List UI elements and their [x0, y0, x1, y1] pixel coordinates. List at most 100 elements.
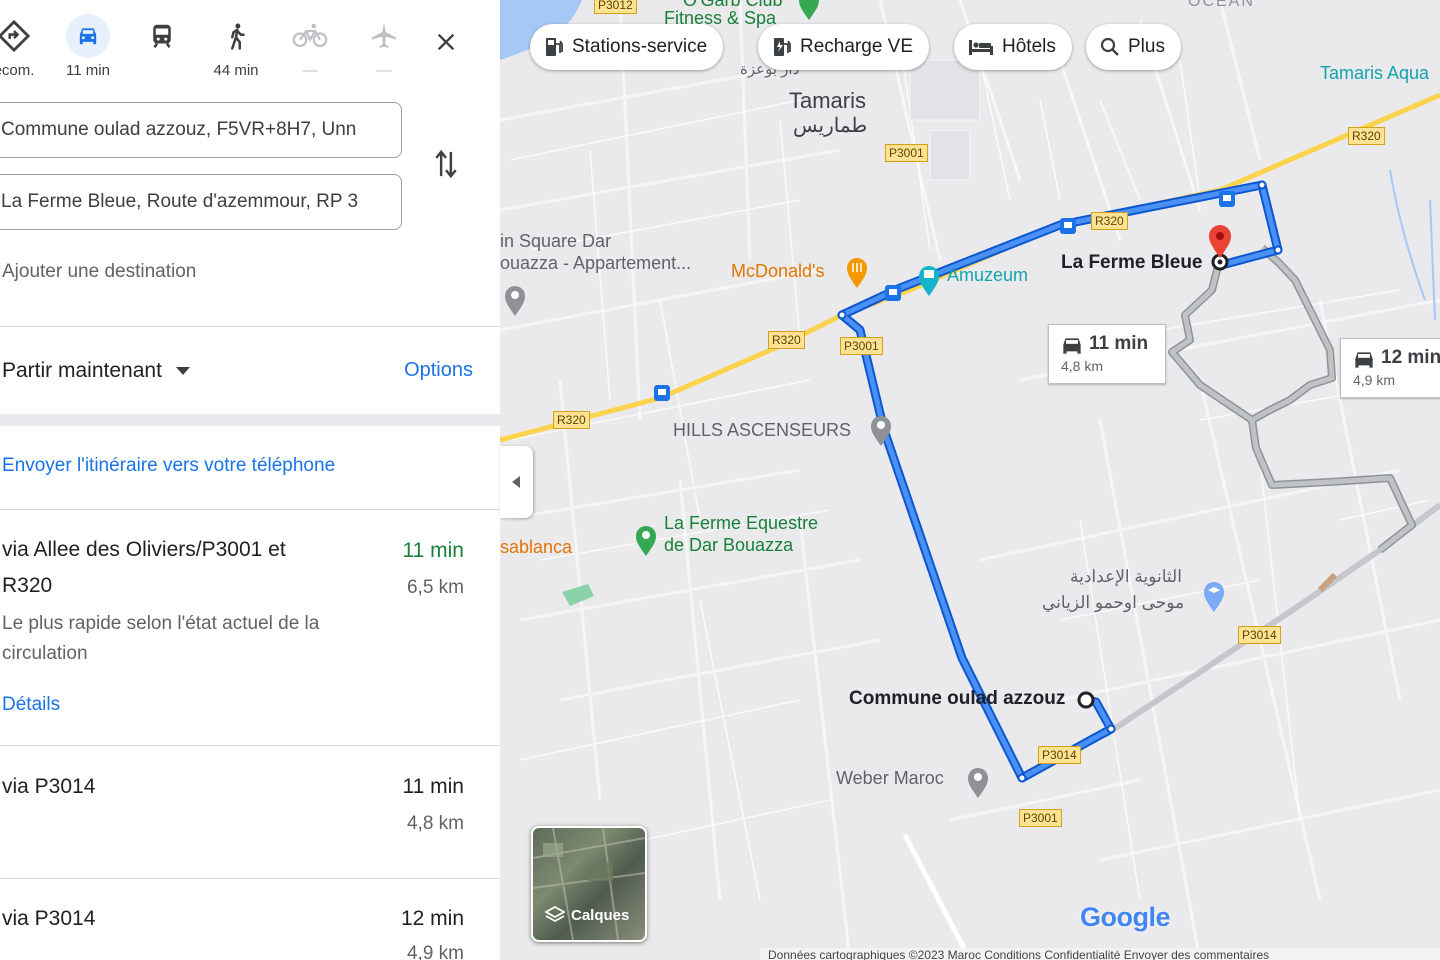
mode-transit[interactable] [132, 14, 192, 80]
map-footer[interactable]: Données cartographiques ©2023 Maroc Cond… [760, 948, 1440, 960]
route-info-box-2[interactable]: 12 min 4,9 km [1340, 338, 1440, 398]
map-label-hills: HILLS ASCENSEURS [673, 420, 852, 440]
chip-more[interactable]: Plus [1086, 24, 1181, 70]
route-distance: 4,9 km [406, 943, 464, 960]
road-shield: R320 [553, 411, 590, 429]
road-shield: P3012 [594, 0, 637, 14]
route-box-distance: 4,9 km [1353, 372, 1396, 388]
depart-label: Partir maintenant [2, 359, 162, 382]
route-box-time: 11 min [1089, 333, 1149, 354]
search-icon [1100, 37, 1119, 56]
map-label-ocean: OCEAN [1188, 0, 1255, 10]
section-divider [0, 414, 500, 426]
route-option-2[interactable]: via P3014 11 min 4,8 km [0, 746, 500, 878]
train-icon [153, 24, 171, 48]
mode-label: — [302, 62, 318, 79]
divider [0, 326, 500, 327]
mode-label [132, 62, 192, 80]
map-label-weber: Weber Maroc [836, 768, 944, 788]
route-time: 11 min [402, 539, 464, 562]
bike-icon [292, 23, 328, 48]
car-icon [79, 28, 97, 45]
layers-label: Calques [571, 907, 630, 924]
map-label-school-2: موحى اوحمو الزياني [1042, 593, 1185, 612]
mode-walk[interactable]: 44 min [206, 14, 266, 80]
road-shield: P3014 [1038, 746, 1081, 764]
swap-button[interactable] [428, 144, 464, 184]
add-destination[interactable]: Ajouter une destination [2, 261, 196, 283]
options-link[interactable]: Options [404, 359, 473, 382]
road-shield: R320 [1348, 127, 1385, 145]
origin-value: Commune oulad azzouz, F5VR+8H7, Unn [1, 119, 357, 140]
chip-gas-stations[interactable]: Stations-service [530, 24, 724, 70]
map-label-mcdonalds: McDonald's [731, 261, 825, 281]
mode-label: 11 min [66, 62, 110, 79]
map-label-equestre-2: de Dar Bouazza [664, 535, 794, 555]
route-time: 11 min [402, 775, 464, 798]
origin-input[interactable]: Commune oulad azzouz, F5VR+8H7, Unn [0, 102, 402, 158]
hotel-bed-icon [969, 40, 993, 55]
close-button[interactable] [428, 24, 464, 60]
car-icon [1063, 338, 1081, 354]
road-shield: P3001 [840, 337, 883, 355]
swap-icon [435, 149, 457, 179]
google-logo: Google [1080, 902, 1171, 932]
walk-icon [231, 23, 245, 50]
map-label-ferme-bleue: La Ferme Bleue [1061, 252, 1203, 273]
chip-label: Recharge VE [800, 36, 914, 57]
map-label-tamaris: Tamaris [789, 88, 867, 113]
route-via: via Allee des Oliviers/P3001 et [2, 538, 286, 561]
map-label-casablanca: sablanca [500, 537, 573, 557]
mode-bike[interactable]: — [280, 14, 340, 80]
mode-recommended[interactable]: ecom. [0, 14, 44, 80]
chevron-left-icon [511, 476, 520, 488]
layers-button[interactable]: Calques [531, 826, 647, 942]
route-time: 12 min [400, 907, 464, 930]
road-shield: P3001 [885, 144, 928, 162]
route-via: via P3014 [2, 907, 96, 930]
map-label-commune: Commune oulad azzouz [849, 688, 1066, 709]
route-distance: 6,5 km [406, 577, 464, 598]
road-shield: R320 [1091, 212, 1128, 230]
map-label-school-1: الثانوية الإعدادية [1070, 567, 1182, 586]
depart-dropdown[interactable]: Partir maintenant [2, 359, 190, 383]
mode-label: — [376, 62, 392, 79]
chip-hotels[interactable]: Hôtels [954, 24, 1072, 70]
car-icon [1355, 352, 1373, 368]
map-canvas[interactable]: P3012 P3001 R320 R320 R320 R320 P3001 P3… [500, 0, 1440, 960]
route-info-box-1[interactable]: 11 min 4,8 km [1048, 324, 1166, 384]
chip-label: Plus [1128, 36, 1165, 57]
directions-panel: ecom. 11 min 44 min — — Commune oulad az… [0, 0, 501, 960]
route-option-1[interactable]: via Allee des Oliviers/P3001 et R320 11 … [0, 510, 500, 745]
route-box-distance: 4,8 km [1061, 358, 1104, 374]
gas-station-icon [546, 38, 563, 56]
map-label-square-1: in Square Dar [500, 231, 612, 251]
chip-label: Hôtels [1002, 36, 1056, 57]
map-label-equestre-1: La Ferme Equestre [664, 513, 819, 533]
map-label-amuzeum: Amuzeum [947, 265, 1029, 285]
close-icon [437, 33, 455, 51]
mode-label: ecom. [0, 62, 35, 79]
mode-flight[interactable]: — [354, 14, 414, 80]
map-label-tamaris-aqua: Tamaris Aqua [1320, 63, 1430, 83]
route-via-cont: R320 [2, 574, 53, 597]
map-label-square-2: ouazza - Appartement... [500, 253, 692, 273]
details-link[interactable]: Détails [2, 694, 60, 716]
route-box-time: 12 min [1381, 347, 1440, 368]
route-description: Le plus rapide selon l'état actuel de la [2, 613, 320, 634]
chip-ev-charging[interactable]: Recharge VE [758, 24, 930, 70]
road-shield: R320 [768, 331, 805, 349]
map-label-tamaris-ar: طماريس [793, 115, 868, 137]
destination-input[interactable]: La Ferme Bleue, Route d'azemmour, RP 3 [0, 174, 402, 230]
map-graphics [500, 0, 1440, 960]
route-option-3[interactable]: via P3014 12 min 4,9 km [0, 879, 500, 960]
send-to-phone-link[interactable]: Envoyer l'itinéraire vers votre téléphon… [2, 455, 335, 477]
route-via: via P3014 [2, 775, 96, 798]
route-distance: 4,8 km [406, 813, 464, 834]
collapse-panel-button[interactable] [500, 446, 533, 518]
chip-label: Stations-service [572, 36, 708, 57]
mode-car[interactable]: 11 min [58, 14, 118, 80]
flight-icon [372, 22, 396, 48]
ev-charging-icon [774, 38, 791, 56]
destination-value: La Ferme Bleue, Route d'azemmour, RP 3 [1, 191, 359, 212]
